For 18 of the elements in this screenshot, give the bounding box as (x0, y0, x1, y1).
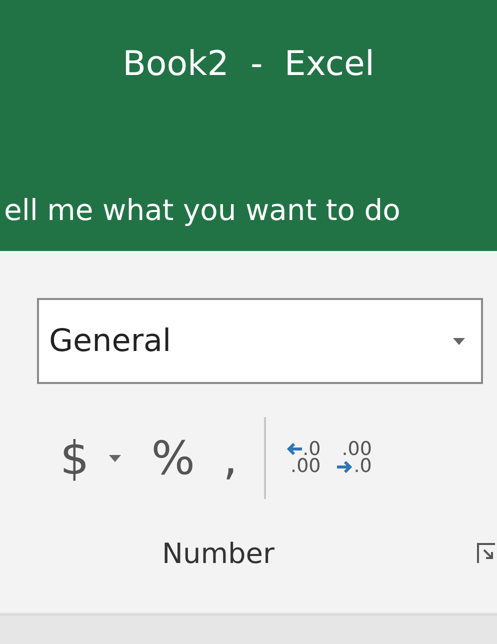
group-label: Number (162, 537, 274, 570)
decimal-text: .00 (342, 440, 372, 458)
tell-me-field[interactable]: ell me what you want to do (0, 190, 497, 230)
decimal-button[interactable]: .00 .0 (330, 440, 378, 476)
decimal-button[interactable]: .0 .00 (280, 440, 327, 476)
format-button[interactable]: $ (52, 431, 98, 485)
number-format-dropdown[interactable]: General (37, 298, 483, 384)
arrow-icon (336, 460, 353, 473)
decimal-text: .00 (290, 458, 321, 476)
format-button[interactable]: % (143, 431, 203, 485)
decimal-text: .0 (302, 440, 321, 458)
format-button[interactable]: , (215, 431, 246, 485)
dialog-launcher-icon[interactable] (477, 542, 495, 564)
caret-icon (453, 338, 465, 344)
window-title: Book2 - Excel (122, 44, 376, 86)
caret-icon[interactable] (109, 454, 122, 462)
arrow-icon (286, 443, 302, 456)
decimal-text: .0 (354, 458, 372, 476)
